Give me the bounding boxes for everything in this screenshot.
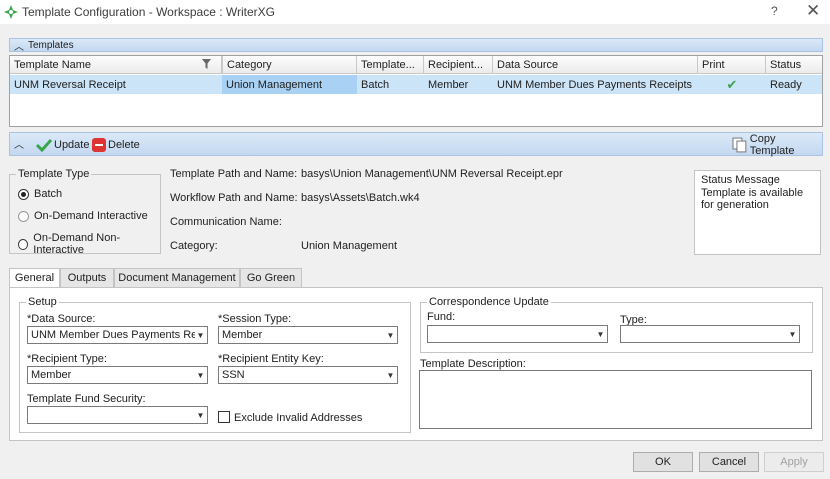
filter-icon[interactable]	[202, 59, 211, 69]
template-path-value: basys\Union Management\UNM Reversal Rece…	[301, 168, 563, 180]
tab-document-management[interactable]: Document Management	[114, 268, 240, 287]
tab-outputs[interactable]: Outputs	[60, 268, 114, 287]
type-dropdown[interactable]: ▼	[620, 325, 800, 343]
chevron-up-icon[interactable]: ︿	[14, 136, 24, 151]
column-header-status[interactable]: Status	[766, 56, 822, 74]
template-description-textarea[interactable]	[419, 370, 812, 429]
recipient-entity-key-dropdown[interactable]: SSN ▼	[218, 366, 398, 384]
cell-category[interactable]: Union Management	[222, 75, 357, 94]
workflow-path-value: basys\Assets\Batch.wk4	[301, 192, 420, 204]
column-header-template-type[interactable]: Template...	[357, 56, 424, 74]
dropdown-arrow-icon[interactable]: ▼	[194, 367, 207, 383]
category-label: Category:	[170, 240, 218, 252]
setup-legend: Setup	[26, 296, 59, 308]
status-message-label: Status Message	[701, 174, 780, 186]
dropdown-arrow-icon[interactable]: ▼	[384, 327, 397, 343]
dropdown-arrow-icon[interactable]: ▼	[194, 407, 207, 423]
update-button[interactable]: Update	[36, 136, 89, 153]
column-filter-divider	[213, 56, 223, 74]
recipient-type-value: Member	[31, 369, 72, 381]
dropdown-arrow-icon[interactable]: ▼	[786, 326, 799, 342]
cell-template-name[interactable]: UNM Reversal Receipt	[10, 75, 222, 94]
radio-on-demand-non-interactive-control[interactable]	[18, 238, 29, 250]
grid-header: Template Name Category Template... Recip…	[10, 56, 822, 74]
title-bar: Template Configuration - Workspace : Wri…	[0, 0, 830, 24]
template-description-label: Template Description:	[420, 358, 526, 370]
copy-template-label: Copy Template	[749, 132, 795, 157]
chevron-up-icon[interactable]: ︿	[14, 38, 24, 53]
tab-general[interactable]: General	[9, 268, 60, 288]
delete-button[interactable]: Delete	[92, 136, 140, 153]
update-label: Update	[54, 138, 90, 151]
radio-on-demand-non-interactive[interactable]: On-Demand Non-Interactive	[18, 232, 160, 256]
template-type-group: Template Type Batch On-Demand Interactiv…	[9, 168, 161, 256]
cell-status[interactable]: Ready	[766, 75, 822, 94]
tab-go-green[interactable]: Go Green	[240, 268, 302, 287]
radio-batch[interactable]: Batch	[18, 188, 62, 200]
templates-panel-title: Templates	[28, 40, 74, 51]
radio-batch-control[interactable]	[18, 188, 29, 200]
radio-on-demand-interactive[interactable]: On-Demand Interactive	[18, 210, 148, 222]
session-type-label: *Session Type:	[218, 313, 292, 325]
dropdown-arrow-icon[interactable]: ▼	[594, 326, 607, 342]
cell-template-type[interactable]: Batch	[357, 75, 424, 94]
session-type-value: Member	[222, 329, 263, 341]
app-logo-icon	[4, 5, 18, 19]
copy-icon	[732, 137, 747, 152]
fund-label: Fund:	[427, 311, 456, 323]
data-source-label: *Data Source:	[27, 313, 96, 325]
delete-icon	[92, 137, 106, 152]
templates-grid[interactable]: Template Name Category Template... Recip…	[9, 55, 823, 127]
apply-button[interactable]: Apply	[764, 452, 824, 472]
session-type-dropdown[interactable]: Member ▼	[218, 326, 398, 344]
radio-on-demand-non-interactive-label: On-Demand Non-Interactive	[33, 232, 121, 256]
column-header-category[interactable]: Category	[223, 56, 357, 74]
radio-batch-label: Batch	[34, 188, 63, 200]
column-header-data-source[interactable]: Data Source	[493, 56, 698, 74]
category-value: Union Management	[301, 240, 398, 252]
correspondence-update-legend: Correspondence Update	[427, 296, 551, 308]
templates-panel-header[interactable]: ︿ Templates	[9, 38, 823, 53]
cell-recipient[interactable]: Member	[424, 75, 493, 94]
exclude-invalid-addresses-label: Exclude Invalid Addresses	[234, 412, 363, 424]
recipient-entity-key-value: SSN	[222, 369, 245, 381]
checkmark-icon	[36, 138, 52, 152]
template-fund-security-dropdown[interactable]: ▼	[27, 406, 208, 424]
dropdown-arrow-icon[interactable]: ▼	[384, 367, 397, 383]
cell-data-source[interactable]: UNM Member Dues Payments Receipts	[493, 75, 698, 94]
data-source-dropdown[interactable]: UNM Member Dues Payments Receipts ▼	[27, 326, 208, 344]
recipient-type-dropdown[interactable]: Member ▼	[27, 366, 208, 384]
window-title: Template Configuration - Workspace : Wri…	[22, 5, 275, 19]
workflow-path-label: Workflow Path and Name:	[170, 192, 298, 204]
data-source-value: UNM Member Dues Payments Receipts	[31, 329, 195, 341]
status-message-value: Template is available for generation	[701, 187, 804, 211]
column-header-print[interactable]: Print	[698, 56, 766, 74]
radio-on-demand-interactive-control[interactable]	[18, 210, 29, 222]
delete-label: Delete	[108, 138, 140, 151]
column-header-recipient[interactable]: Recipient...	[424, 56, 493, 74]
exclude-invalid-addresses-checkbox[interactable]	[218, 411, 230, 423]
fund-dropdown[interactable]: ▼	[427, 325, 608, 343]
table-row[interactable]: UNM Reversal Receipt Union Management Ba…	[10, 75, 822, 94]
template-type-legend: Template Type	[16, 168, 92, 180]
cancel-button[interactable]: Cancel	[699, 452, 759, 472]
radio-on-demand-interactive-label: On-Demand Interactive	[34, 210, 148, 222]
print-check-icon: ✔	[726, 77, 738, 92]
help-button[interactable]: ?	[771, 4, 778, 18]
recipient-type-label: *Recipient Type:	[27, 353, 107, 365]
template-path-label: Template Path and Name:	[170, 168, 298, 180]
template-fund-security-label: Template Fund Security:	[27, 393, 146, 405]
status-message-box: Status Message Template is available for…	[694, 170, 821, 255]
column-header-template-name[interactable]: Template Name	[10, 56, 222, 74]
close-icon[interactable]: ✕	[806, 1, 820, 21]
dropdown-arrow-icon[interactable]: ▼	[194, 327, 207, 343]
communication-name-label: Communication Name:	[170, 216, 282, 228]
copy-template-button[interactable]: Copy Template	[732, 133, 822, 157]
ok-button[interactable]: OK	[633, 452, 693, 472]
template-toolbar: ︿ Update Delete Copy Template	[9, 132, 823, 157]
recipient-entity-key-label: *Recipient Entity Key:	[218, 353, 324, 365]
